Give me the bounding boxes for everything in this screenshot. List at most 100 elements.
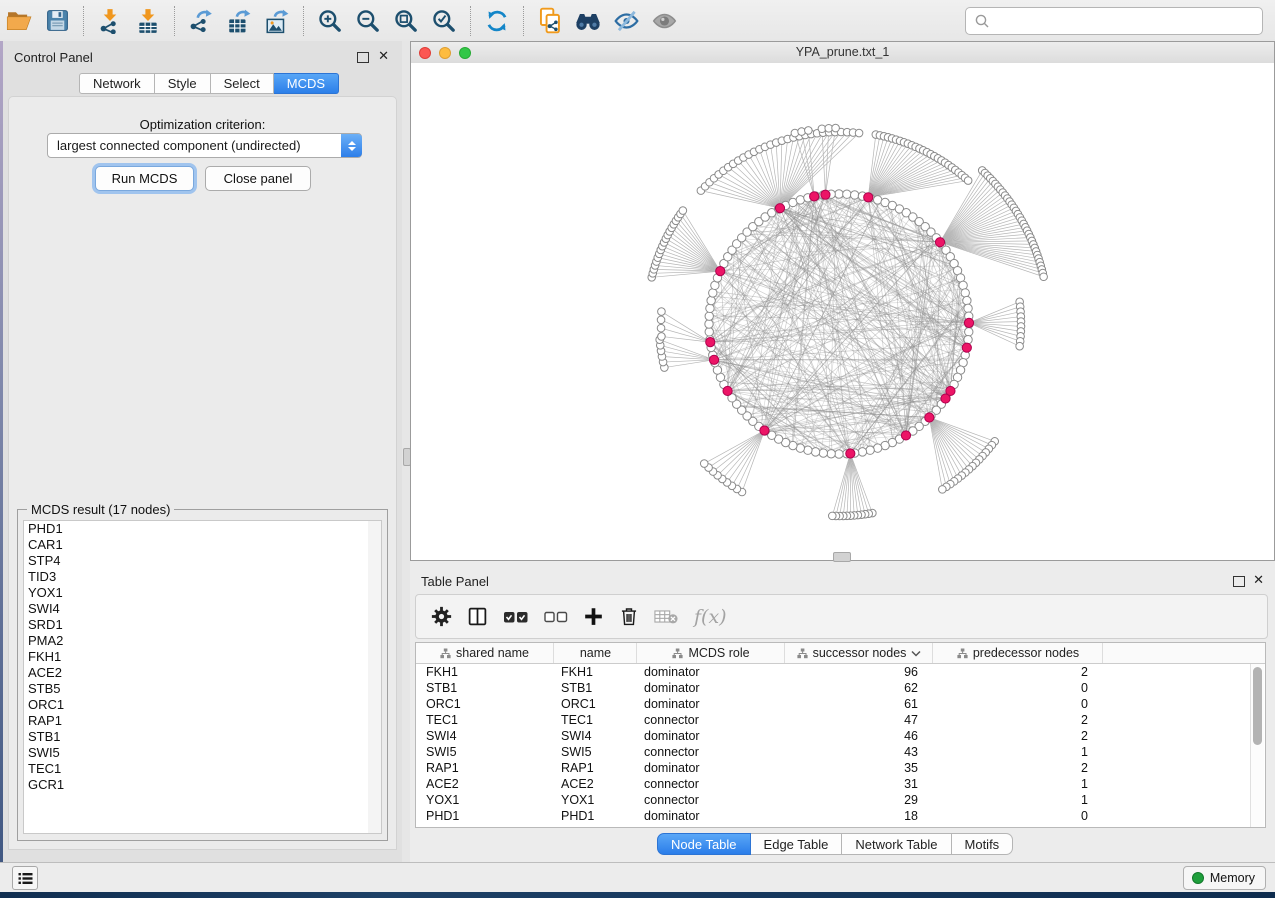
table-row[interactable]: PHD1PHD1dominator180 <box>416 808 1265 824</box>
zoom-in-icon[interactable] <box>315 6 345 36</box>
table-row[interactable]: ORC1ORC1dominator610 <box>416 696 1265 712</box>
open-file-icon[interactable] <box>4 6 34 36</box>
graph-node[interactable] <box>858 448 866 456</box>
graph-node[interactable] <box>843 190 851 198</box>
graph-leaf-node[interactable] <box>1040 273 1048 281</box>
graph-leaf-node[interactable] <box>658 308 666 316</box>
duplicate-network-icon[interactable] <box>535 6 565 36</box>
export-image-icon[interactable] <box>262 6 292 36</box>
network-graph[interactable] <box>411 63 1274 560</box>
show-all-icon[interactable] <box>649 6 679 36</box>
mcds-node[interactable] <box>964 318 973 327</box>
table-row[interactable]: YOX1YOX1connector291 <box>416 792 1265 808</box>
column-header-mcds-role[interactable]: MCDS role <box>636 643 785 663</box>
tab-network[interactable]: Network <box>79 73 155 94</box>
mcds-node[interactable] <box>723 386 732 395</box>
task-history-button[interactable] <box>12 866 38 890</box>
mcds-result-item[interactable]: ACE2 <box>24 665 369 681</box>
graph-node[interactable] <box>964 304 972 312</box>
close-panel-icon[interactable]: ✕ <box>1253 572 1264 588</box>
vertical-splitter[interactable] <box>402 41 410 862</box>
graph-node[interactable] <box>811 448 819 456</box>
float-panel-icon[interactable] <box>1233 576 1245 587</box>
float-panel-icon[interactable] <box>357 52 369 63</box>
graph-node[interactable] <box>705 312 713 320</box>
tab-node-table[interactable]: Node Table <box>657 833 751 855</box>
mcds-node[interactable] <box>716 267 725 276</box>
mcds-node[interactable] <box>846 449 855 458</box>
mcds-result-item[interactable]: YOX1 <box>24 585 369 601</box>
graph-leaf-node[interactable] <box>679 207 687 215</box>
zoom-selected-icon[interactable] <box>429 6 459 36</box>
graph-node[interactable] <box>705 328 713 336</box>
tab-edge-table[interactable]: Edge Table <box>751 833 843 855</box>
mcds-list-scrollbar[interactable] <box>368 520 382 834</box>
graph-node[interactable] <box>965 328 973 336</box>
optimization-criterion-select[interactable]: largest connected component (undirected) <box>47 133 362 158</box>
graph-node[interactable] <box>707 296 715 304</box>
mcds-result-item[interactable]: FKH1 <box>24 649 369 665</box>
save-icon[interactable] <box>42 6 72 36</box>
add-icon[interactable] <box>583 606 604 627</box>
mcds-node[interactable] <box>962 343 971 352</box>
graph-leaf-node[interactable] <box>832 124 840 132</box>
deselect-all-icon[interactable] <box>544 610 568 624</box>
graph-leaf-node[interactable] <box>964 177 972 185</box>
mcds-result-item[interactable]: RAP1 <box>24 713 369 729</box>
search-input[interactable] <box>994 10 1262 32</box>
mcds-node[interactable] <box>821 190 830 199</box>
graph-node[interactable] <box>961 289 969 297</box>
mcds-result-item[interactable]: TID3 <box>24 569 369 585</box>
tab-select[interactable]: Select <box>211 73 274 94</box>
graph-node[interactable] <box>705 320 713 328</box>
graph-leaf-node[interactable] <box>658 333 666 341</box>
memory-button[interactable]: Memory <box>1183 866 1266 890</box>
graph-leaf-node[interactable] <box>700 460 708 468</box>
mcds-result-item[interactable]: CAR1 <box>24 537 369 553</box>
table-scrollbar-thumb[interactable] <box>1253 667 1262 745</box>
column-header-successor-nodes[interactable]: successor nodes <box>784 643 933 663</box>
column-header-name[interactable]: name <box>553 643 637 663</box>
mcds-node[interactable] <box>941 394 950 403</box>
graph-node[interactable] <box>963 296 971 304</box>
tab-motifs[interactable]: Motifs <box>952 833 1014 855</box>
mcds-result-item[interactable]: SWI4 <box>24 601 369 617</box>
delete-table-icon[interactable] <box>654 608 678 625</box>
mcds-node[interactable] <box>935 238 944 247</box>
graph-leaf-node[interactable] <box>1016 342 1024 350</box>
table-row[interactable]: SWI5SWI5connector431 <box>416 744 1265 760</box>
mcds-node[interactable] <box>709 355 718 364</box>
graph-node[interactable] <box>866 446 874 454</box>
mcds-node[interactable] <box>775 204 784 213</box>
graph-node[interactable] <box>835 450 843 458</box>
graph-node[interactable] <box>964 335 972 343</box>
tab-mcds[interactable]: MCDS <box>274 73 339 94</box>
graph-leaf-node[interactable] <box>828 512 836 520</box>
import-network-icon[interactable] <box>95 6 125 36</box>
tab-network-table[interactable]: Network Table <box>842 833 951 855</box>
column-header-shared-name[interactable]: shared name <box>416 643 553 663</box>
first-neighbors-icon[interactable] <box>573 6 603 36</box>
mcds-result-item[interactable]: TEC1 <box>24 761 369 777</box>
mcds-node[interactable] <box>901 431 910 440</box>
horizontal-splitter-handle[interactable] <box>833 552 851 562</box>
show-columns-icon[interactable] <box>467 606 488 627</box>
graph-leaf-node[interactable] <box>855 129 863 137</box>
hide-selected-icon[interactable] <box>611 6 641 36</box>
graph-node[interactable] <box>835 190 843 198</box>
mcds-result-item[interactable]: SRD1 <box>24 617 369 633</box>
zoom-out-icon[interactable] <box>353 6 383 36</box>
mcds-node[interactable] <box>925 413 934 422</box>
mcds-result-item[interactable]: STB1 <box>24 729 369 745</box>
close-panel-button[interactable]: Close panel <box>205 166 311 191</box>
run-mcds-button[interactable]: Run MCDS <box>95 166 194 191</box>
graph-node[interactable] <box>827 450 835 458</box>
tab-style[interactable]: Style <box>155 73 211 94</box>
table-scrollbar[interactable] <box>1250 664 1264 827</box>
mcds-result-item[interactable]: SWI5 <box>24 745 369 761</box>
table-row[interactable]: TEC1TEC1connector472 <box>416 712 1265 728</box>
close-panel-icon[interactable]: ✕ <box>378 48 389 64</box>
export-table-icon[interactable] <box>224 6 254 36</box>
mcds-node[interactable] <box>810 192 819 201</box>
export-network-icon[interactable] <box>186 6 216 36</box>
